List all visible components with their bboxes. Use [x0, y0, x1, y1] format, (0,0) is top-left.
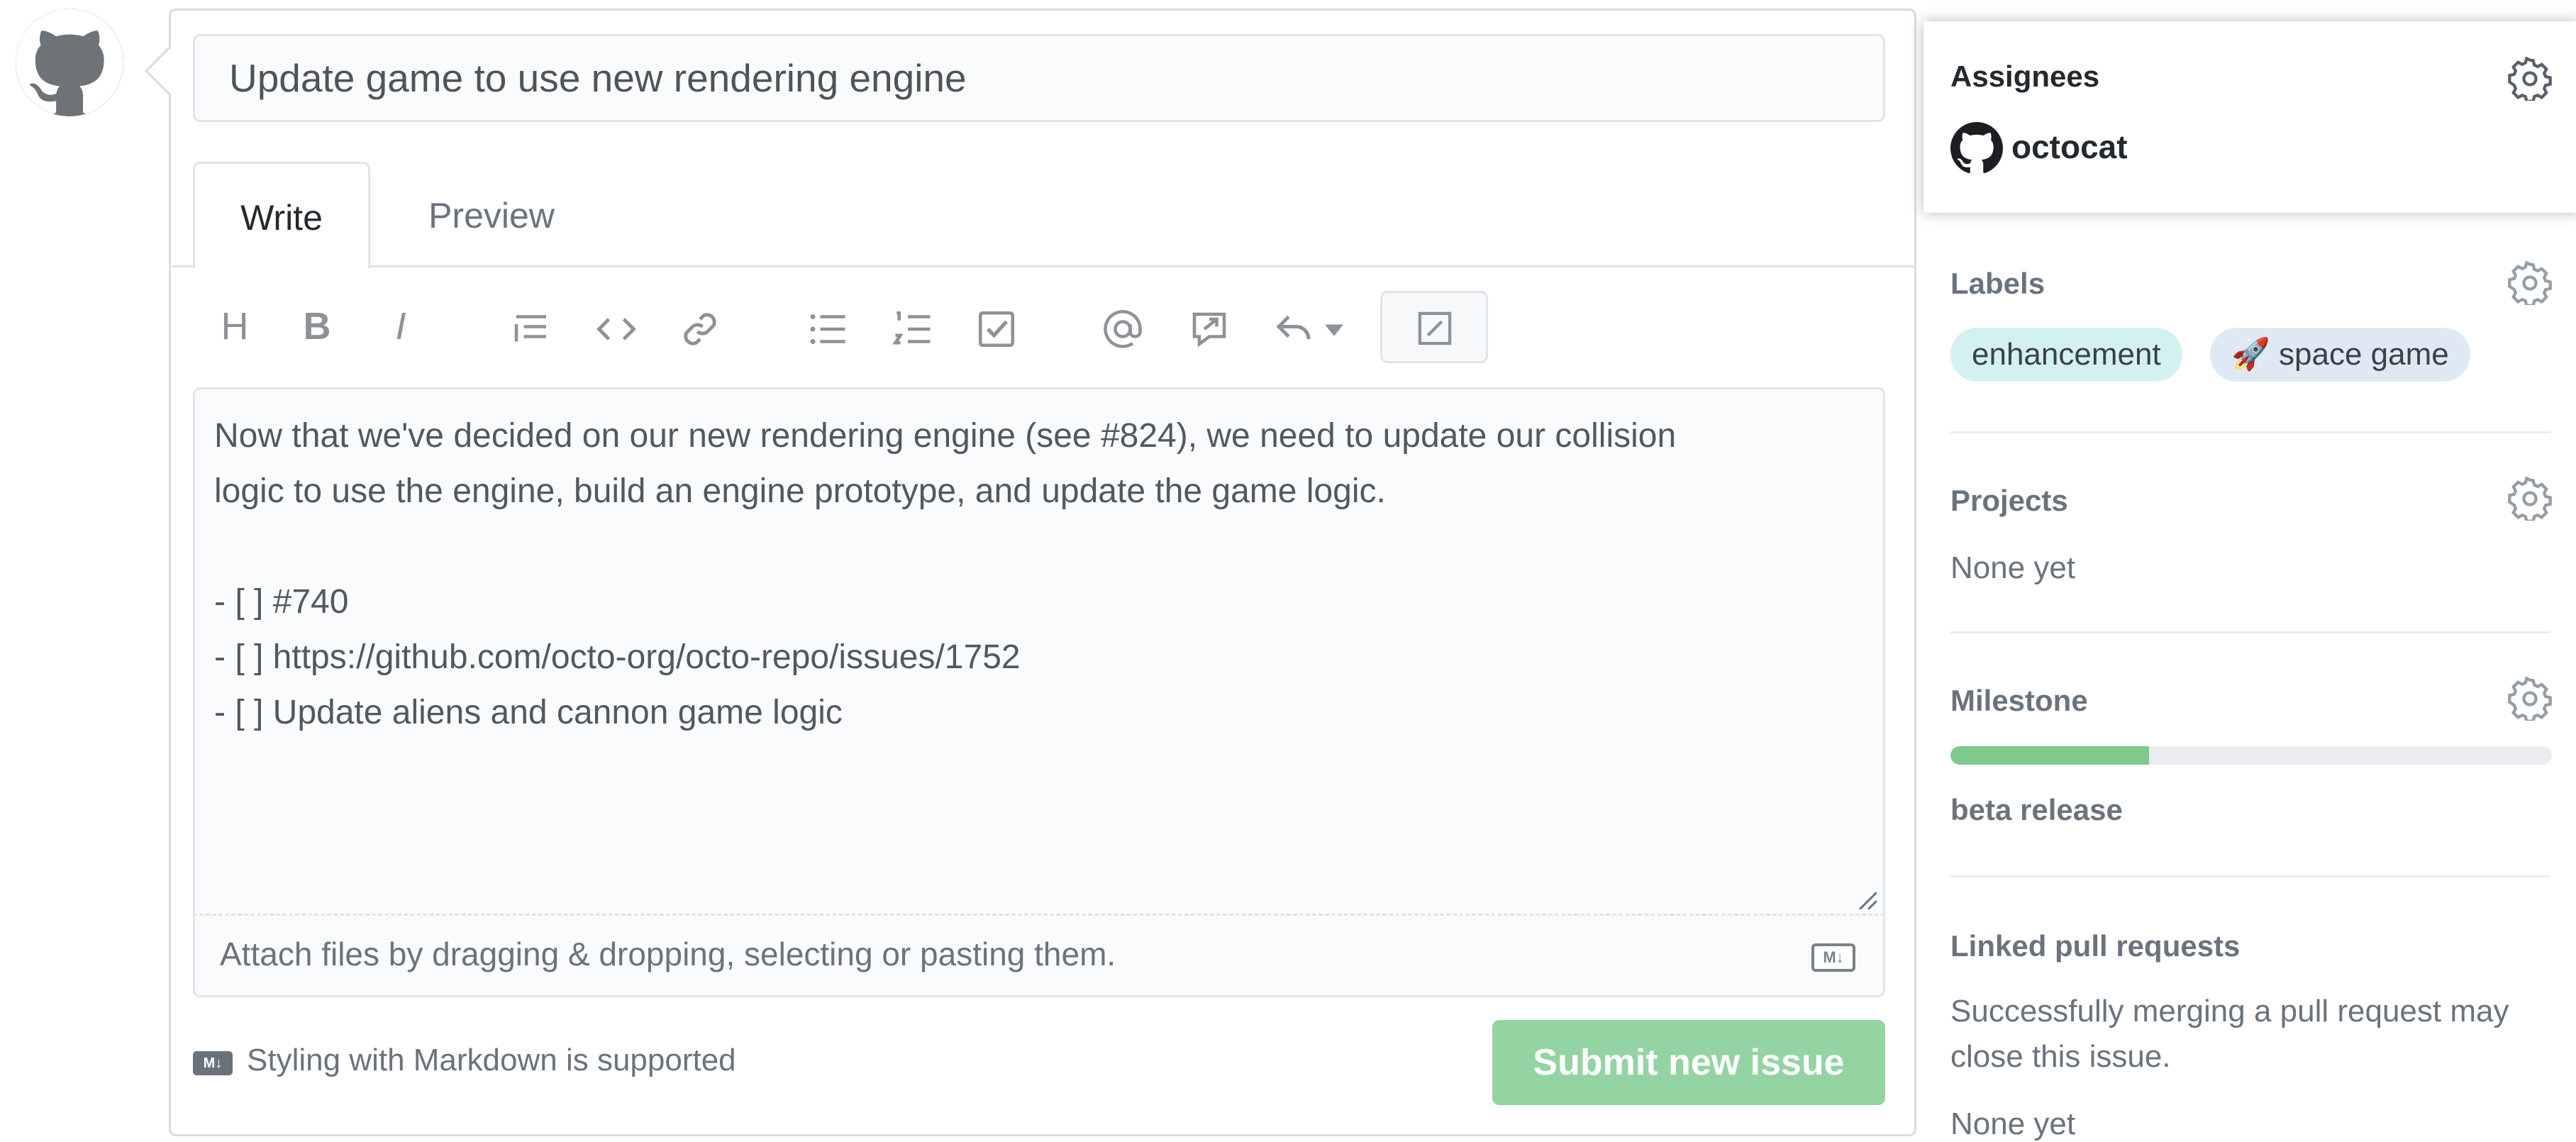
assignees-heading[interactable]: Assignees: [1950, 60, 2099, 94]
bulleted-list-icon[interactable]: [801, 291, 854, 362]
issue-body-text[interactable]: Now that we've decided on our new render…: [214, 409, 1867, 741]
code-icon[interactable]: [590, 291, 643, 362]
issue-title-input[interactable]: [193, 34, 1885, 122]
milestone-progress-fill: [1950, 746, 2149, 765]
chevron-down-icon: [1324, 324, 1343, 336]
labels-heading[interactable]: Labels: [1950, 267, 2045, 301]
github-octocat-icon: [1950, 122, 2003, 174]
assignees-card: [1923, 21, 2576, 213]
markdown-icon: M↓: [1811, 943, 1855, 972]
tab-bar-divider: [169, 265, 1916, 267]
label-space-game[interactable]: 🚀 space game: [2210, 328, 2470, 382]
saved-replies-icon[interactable]: [1270, 291, 1348, 362]
attach-divider: [193, 914, 1885, 916]
link-icon[interactable]: [674, 291, 726, 362]
milestone-progress-bar: [1950, 746, 2552, 765]
milestone-heading[interactable]: Milestone: [1950, 684, 2088, 718]
sidebar-divider: [1950, 631, 2550, 633]
linked-prs-value: None yet: [1950, 1107, 2076, 1141]
fullscreen-icon[interactable]: [1380, 291, 1488, 363]
labels-gear-icon[interactable]: [2508, 260, 2552, 309]
resize-handle-icon[interactable]: [1855, 888, 1877, 909]
mention-icon[interactable]: [1097, 291, 1149, 362]
numbered-list-icon[interactable]: [887, 291, 939, 362]
quote-icon[interactable]: [505, 291, 557, 362]
milestone-gear-icon[interactable]: [2508, 676, 2552, 724]
label-enhancement[interactable]: enhancement: [1950, 328, 2182, 382]
submit-new-issue-button[interactable]: Submit new issue: [1492, 1020, 1885, 1105]
markdown-footer-icon: M↓: [193, 1051, 233, 1075]
assignees-gear-icon[interactable]: [2508, 56, 2552, 104]
projects-value: None yet: [1950, 550, 2076, 585]
github-octocat-icon: [16, 9, 123, 116]
sidebar-divider: [1950, 431, 2550, 433]
task-list-icon[interactable]: [970, 291, 1023, 362]
sidebar-divider: [1950, 875, 2550, 877]
italic-icon[interactable]: I: [376, 291, 426, 362]
markdown-supported-link[interactable]: Styling with Markdown is supported: [247, 1043, 736, 1078]
author-avatar[interactable]: [16, 9, 123, 116]
heading-icon[interactable]: H: [210, 291, 260, 362]
assignee-avatar[interactable]: [1950, 122, 2003, 174]
attach-files-hint[interactable]: Attach files by dragging & dropping, sel…: [220, 935, 1116, 973]
linked-prs-description: Successfully merging a pull request may …: [1950, 994, 2509, 1074]
tab-preview[interactable]: Preview: [389, 162, 594, 265]
linked-prs-heading[interactable]: Linked pull requests: [1950, 929, 2240, 963]
tab-write[interactable]: Write: [193, 162, 370, 268]
assignee-name[interactable]: octocat: [2011, 128, 2128, 166]
projects-gear-icon[interactable]: [2508, 476, 2552, 524]
bold-icon[interactable]: B: [292, 291, 342, 362]
milestone-name[interactable]: beta release: [1950, 793, 2123, 827]
reference-icon[interactable]: [1183, 291, 1236, 362]
projects-heading[interactable]: Projects: [1950, 484, 2068, 518]
